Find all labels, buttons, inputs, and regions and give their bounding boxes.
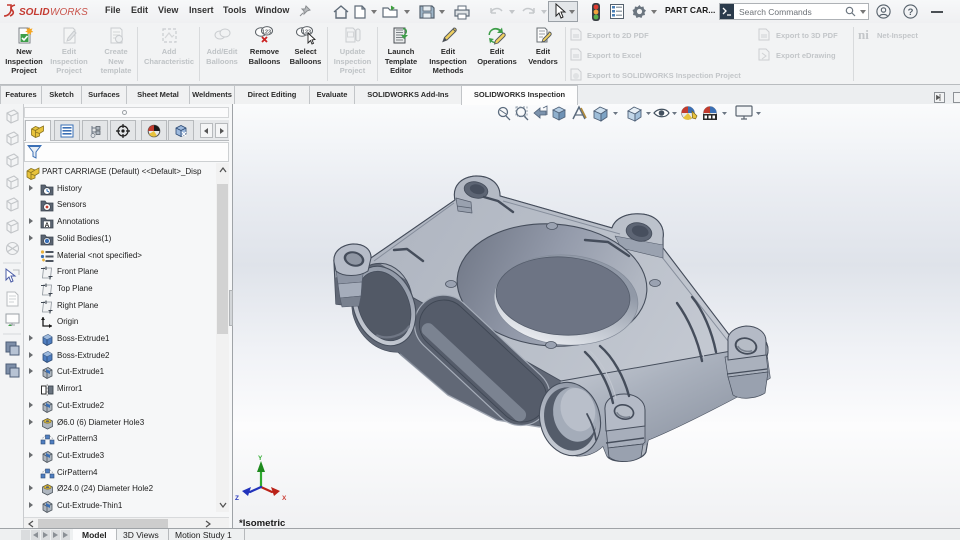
svg-text:Y: Y (258, 455, 263, 462)
svg-text:WORKS: WORKS (50, 7, 88, 18)
svg-text:?: ? (908, 7, 914, 18)
svg-text:X: X (282, 495, 287, 502)
svg-text:*Isometric: *Isometric (239, 518, 286, 528)
svg-text:Z: Z (235, 495, 239, 502)
svg-text:123: 123 (262, 30, 271, 36)
svg-text:SOLID: SOLID (19, 7, 50, 18)
